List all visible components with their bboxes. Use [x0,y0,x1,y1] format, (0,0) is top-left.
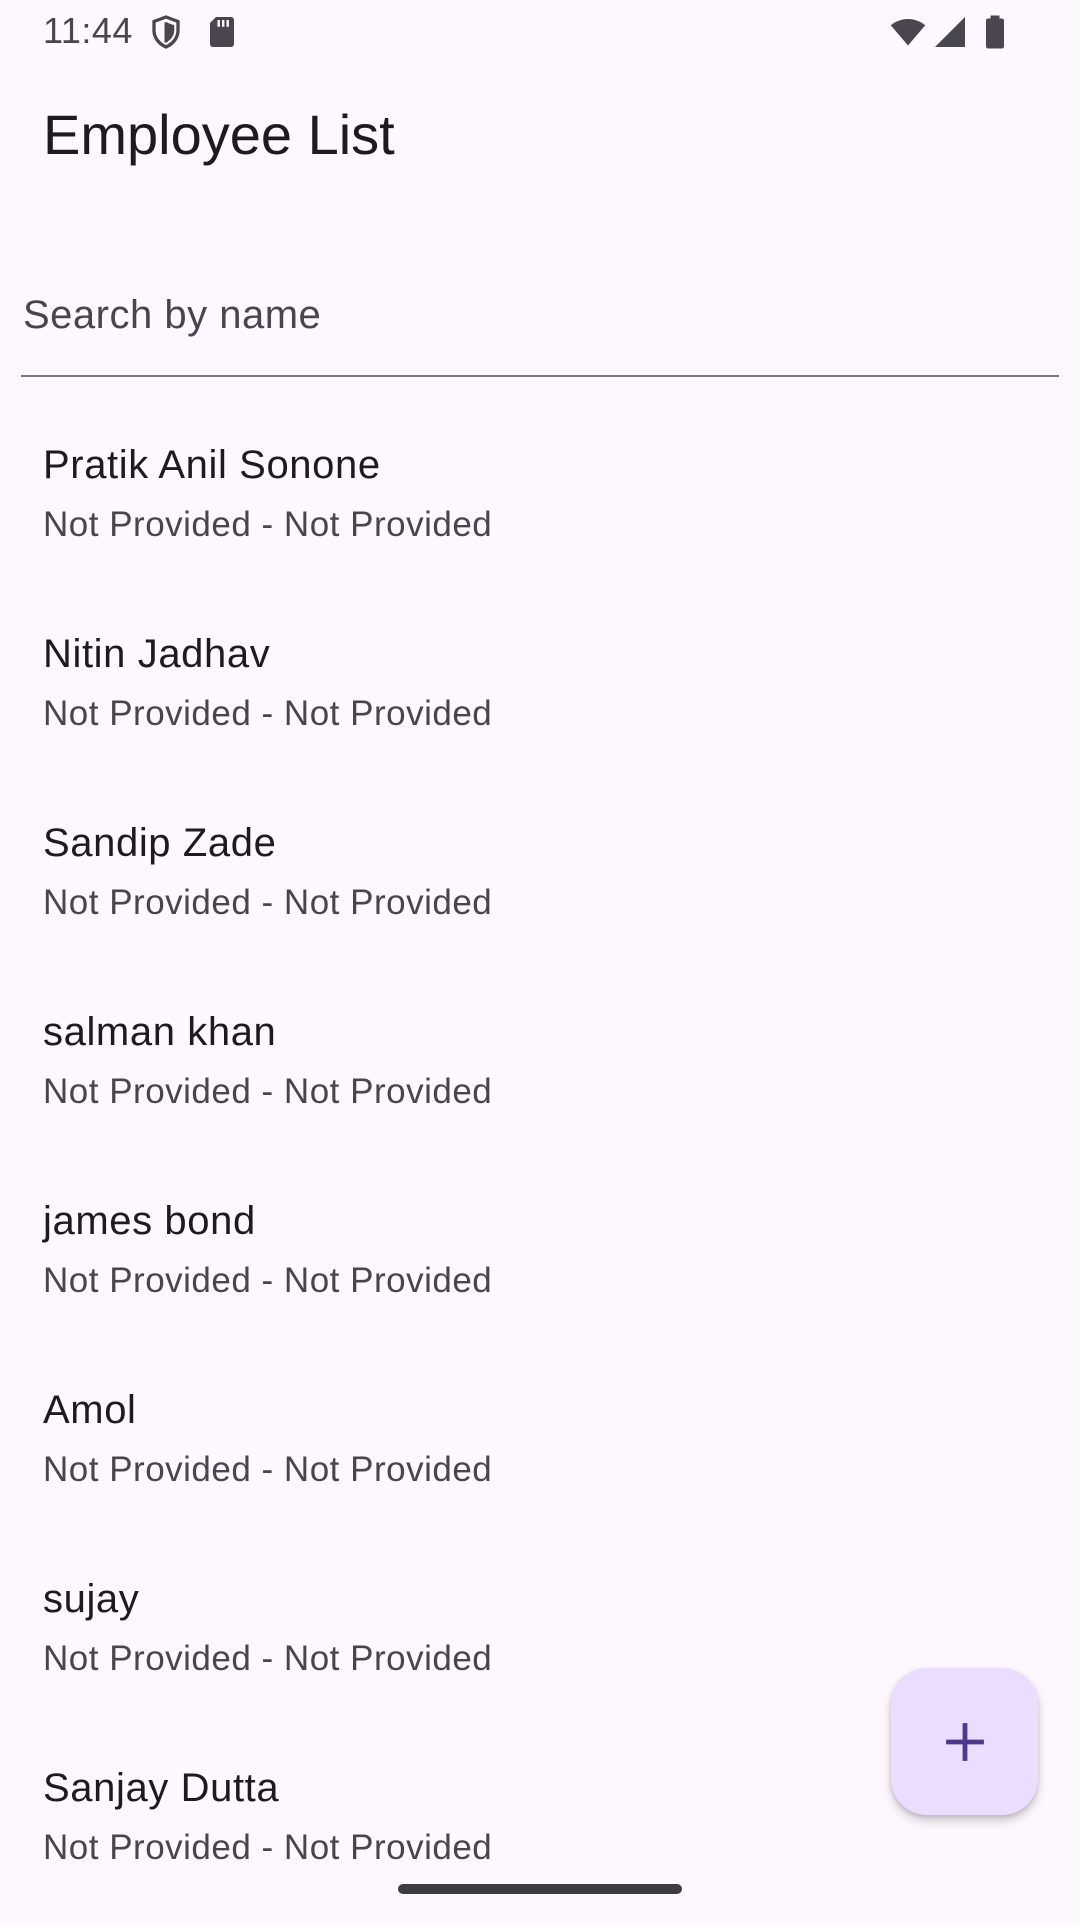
list-item[interactable]: Amol Not Provided - Not Provided [0,1358,1080,1547]
battery-icon [980,14,1010,50]
employee-name: Amol [43,1388,137,1432]
list-item[interactable]: salman khan Not Provided - Not Provided [0,980,1080,1169]
employee-name: Sandip Zade [43,821,277,865]
plus-icon [943,1720,987,1764]
employee-name: Nitin Jadhav [43,632,271,676]
employee-name: Pratik Anil Sonone [43,443,381,487]
employee-subtitle: Not Provided - Not Provided [43,1072,493,1111]
list-item[interactable]: Nitin Jadhav Not Provided - Not Provided [0,602,1080,791]
employee-subtitle: Not Provided - Not Provided [43,1639,493,1678]
employee-subtitle: Not Provided - Not Provided [43,1261,493,1300]
employee-name: Sanjay Dutta [43,1766,280,1810]
employee-subtitle: Not Provided - Not Provided [43,1828,493,1867]
employee-subtitle: Not Provided - Not Provided [43,883,493,922]
page-title: Employee List [43,103,395,166]
status-bar: 11:44 [0,0,1080,64]
employee-subtitle: Not Provided - Not Provided [43,505,493,544]
gesture-handle[interactable] [398,1884,682,1894]
shield-icon [148,14,184,50]
list-item[interactable]: Pratik Anil Sonone Not Provided - Not Pr… [0,413,1080,602]
employee-name: james bond [43,1199,256,1243]
cell-signal-icon [932,14,968,50]
sd-card-icon [204,14,240,50]
employee-name: salman khan [43,1010,277,1054]
employee-name: sujay [43,1577,140,1621]
search-field[interactable] [21,255,1059,377]
employee-subtitle: Not Provided - Not Provided [43,694,493,733]
search-underline [21,375,1059,377]
list-item[interactable]: james bond Not Provided - Not Provided [0,1169,1080,1358]
employee-subtitle: Not Provided - Not Provided [43,1450,493,1489]
list-item[interactable]: Sandip Zade Not Provided - Not Provided [0,791,1080,980]
status-time: 11:44 [43,10,133,51]
wifi-icon [888,14,928,50]
add-employee-button[interactable] [891,1668,1038,1815]
search-input[interactable] [21,255,1059,375]
